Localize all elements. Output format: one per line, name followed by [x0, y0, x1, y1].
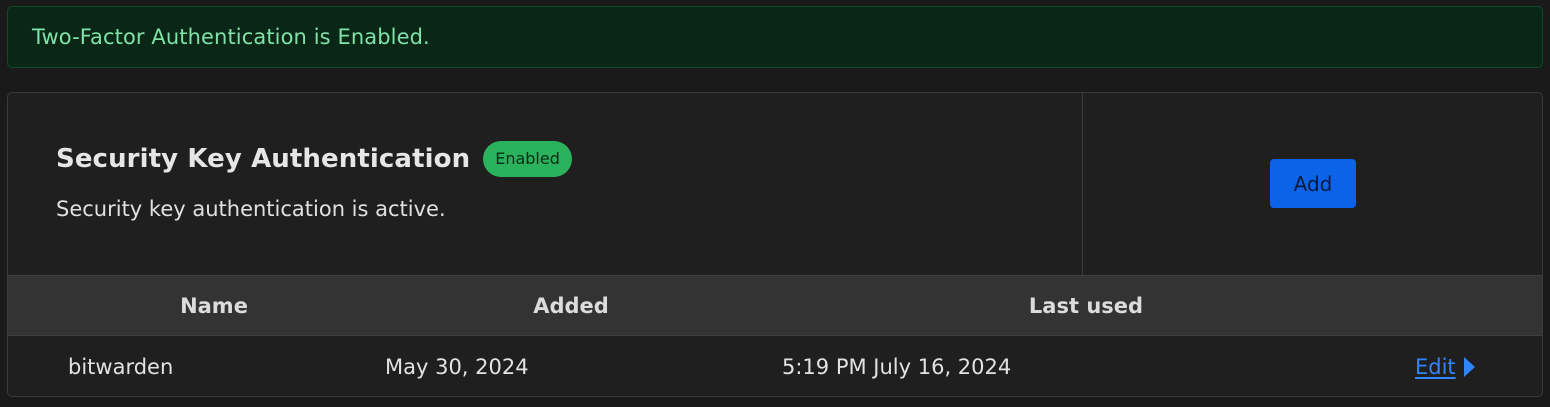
edit-key-link[interactable]: Edit — [1415, 336, 1475, 396]
edit-link-label: Edit — [1415, 355, 1456, 379]
column-header-last-used: Last used — [1028, 294, 1144, 318]
status-badge: Enabled — [483, 141, 572, 177]
card-title-row: Security Key Authentication Enabled — [56, 141, 572, 177]
column-header-name: Name — [180, 294, 248, 318]
caret-right-icon — [1463, 357, 1475, 377]
card-info: Security Key Authentication Enabled Secu… — [8, 93, 1082, 275]
security-key-card: Security Key Authentication Enabled Secu… — [7, 92, 1543, 397]
card-description: Security key authentication is active. — [56, 197, 446, 221]
add-security-key-button[interactable]: Add — [1270, 159, 1356, 208]
alert-message: Two-Factor Authentication is Enabled. — [32, 25, 430, 49]
card-title: Security Key Authentication — [56, 144, 471, 174]
table-header: Name Added Last used — [8, 275, 1542, 336]
key-added-cell: May 30, 2024 — [385, 355, 529, 379]
card-header: Security Key Authentication Enabled Secu… — [8, 93, 1542, 275]
key-name-cell: bitwarden — [68, 355, 174, 379]
column-header-added: Added — [533, 294, 609, 318]
table-row: bitwarden May 30, 2024 5:19 PM July 16, … — [8, 336, 1542, 396]
key-last-used-cell: 5:19 PM July 16, 2024 — [782, 355, 1012, 379]
two-factor-enabled-alert: Two-Factor Authentication is Enabled. — [7, 6, 1543, 68]
card-actions: Add — [1082, 93, 1542, 275]
